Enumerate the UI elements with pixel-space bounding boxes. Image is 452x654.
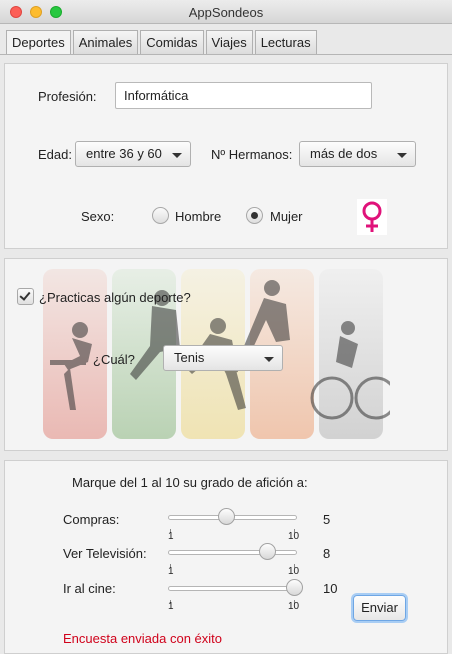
- compras-slider[interactable]: [168, 507, 297, 533]
- chevron-down-icon: [264, 357, 274, 362]
- tab-viajes[interactable]: Viajes: [205, 30, 253, 54]
- tab-animales[interactable]: Animales: [72, 30, 139, 54]
- window-title: AppSondeos: [188, 5, 264, 20]
- television-label: Ver Televisión:: [63, 546, 147, 561]
- tab-divider: [0, 54, 452, 55]
- female-symbol-icon: [357, 199, 387, 235]
- cine-max-label: 10: [288, 601, 300, 612]
- practica-deporte-label[interactable]: ¿Practicas algún deporte?: [39, 290, 191, 305]
- edad-select-value: entre 36 y 60: [86, 146, 162, 161]
- check-icon: [19, 289, 31, 301]
- mujer-radio[interactable]: [246, 207, 263, 224]
- mujer-radio-label[interactable]: Mujer: [270, 209, 303, 224]
- deporte-select-value: Tenis: [174, 350, 205, 365]
- title-bar: AppSondeos: [0, 0, 452, 24]
- cine-min-label: 1: [168, 601, 174, 612]
- hermanos-select[interactable]: más de dos: [299, 141, 416, 167]
- slider-thumb[interactable]: [286, 579, 303, 596]
- television-slider[interactable]: [168, 542, 297, 568]
- tab-lecturas[interactable]: Lecturas: [254, 30, 317, 54]
- television-min-label: 1: [168, 566, 174, 577]
- profesion-input[interactable]: [115, 82, 372, 109]
- compras-value: 5: [323, 512, 331, 527]
- cine-label: Ir al cine:: [63, 581, 116, 596]
- edad-select[interactable]: entre 36 y 60: [75, 141, 191, 167]
- slider-thumb[interactable]: [258, 543, 276, 560]
- television-value: 8: [323, 546, 331, 561]
- practica-deporte-checkbox[interactable]: [17, 288, 34, 305]
- tab-bar: Deportes Animales Comidas Viajes Lectura…: [6, 30, 319, 54]
- chevron-down-icon: [397, 153, 407, 158]
- cine-slider[interactable]: [168, 578, 303, 604]
- hombre-radio-label[interactable]: Hombre: [175, 209, 221, 224]
- compras-max-label: 10: [288, 531, 300, 542]
- compras-min-label: 1: [168, 531, 174, 542]
- hermanos-label: Nº Hermanos:: [211, 147, 293, 162]
- slider-thumb[interactable]: [217, 508, 235, 525]
- status-message: Encuesta enviada con éxito: [63, 631, 222, 646]
- cine-value: 10: [323, 581, 338, 596]
- deporte-select[interactable]: Tenis: [163, 345, 283, 371]
- tab-comidas[interactable]: Comidas: [140, 30, 204, 54]
- hermanos-select-value: más de dos: [310, 146, 378, 161]
- slider-track: [168, 550, 297, 555]
- tab-deportes[interactable]: Deportes: [6, 30, 71, 54]
- profesion-label: Profesión:: [38, 89, 97, 104]
- edad-label: Edad:: [38, 147, 72, 162]
- enviar-button[interactable]: Enviar: [353, 595, 406, 621]
- cual-label: ¿Cuál?: [93, 352, 135, 367]
- aficion-heading: Marque del 1 al 10 su grado de afición a…: [72, 475, 308, 490]
- television-max-label: 10: [288, 566, 300, 577]
- slider-track: [168, 586, 297, 591]
- chevron-down-icon: [172, 153, 182, 158]
- compras-label: Compras:: [63, 512, 120, 527]
- sexo-label: Sexo:: [81, 209, 115, 224]
- hombre-radio[interactable]: [152, 207, 169, 224]
